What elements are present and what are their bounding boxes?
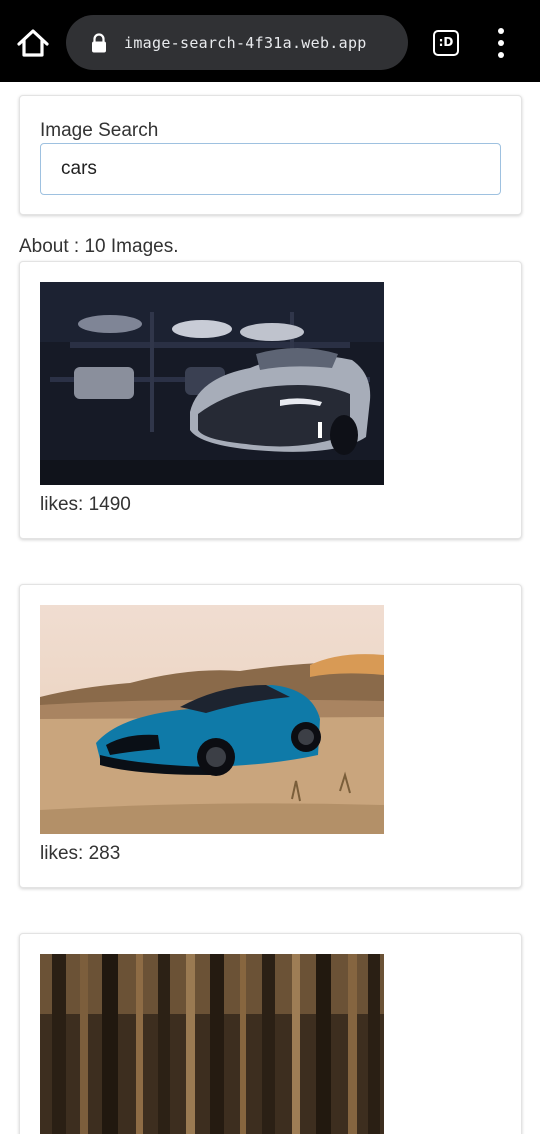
result-card <box>19 933 522 1134</box>
address-bar[interactable]: image-search-4f31a.web.app <box>66 15 408 70</box>
results-count: About : 10 Images. <box>19 236 179 257</box>
result-photo[interactable] <box>40 954 384 1134</box>
lock-icon <box>92 33 106 53</box>
search-card: Image Search <box>19 95 522 215</box>
more-options-icon[interactable] <box>490 28 512 58</box>
result-photo[interactable] <box>40 605 384 834</box>
search-label: Image Search <box>40 120 159 141</box>
search-input[interactable] <box>40 143 501 195</box>
result-card: likes: 1490 <box>19 261 522 539</box>
tab-switcher-button[interactable]: :D <box>433 30 459 56</box>
browser-toolbar: image-search-4f31a.web.app :D <box>0 0 540 82</box>
likes-count: likes: 283 <box>40 843 121 864</box>
likes-count: likes: 1490 <box>40 494 131 515</box>
url-text: image-search-4f31a.web.app <box>124 34 367 52</box>
result-photo[interactable] <box>40 282 384 485</box>
home-icon[interactable] <box>14 24 52 62</box>
result-card: likes: 283 <box>19 584 522 888</box>
